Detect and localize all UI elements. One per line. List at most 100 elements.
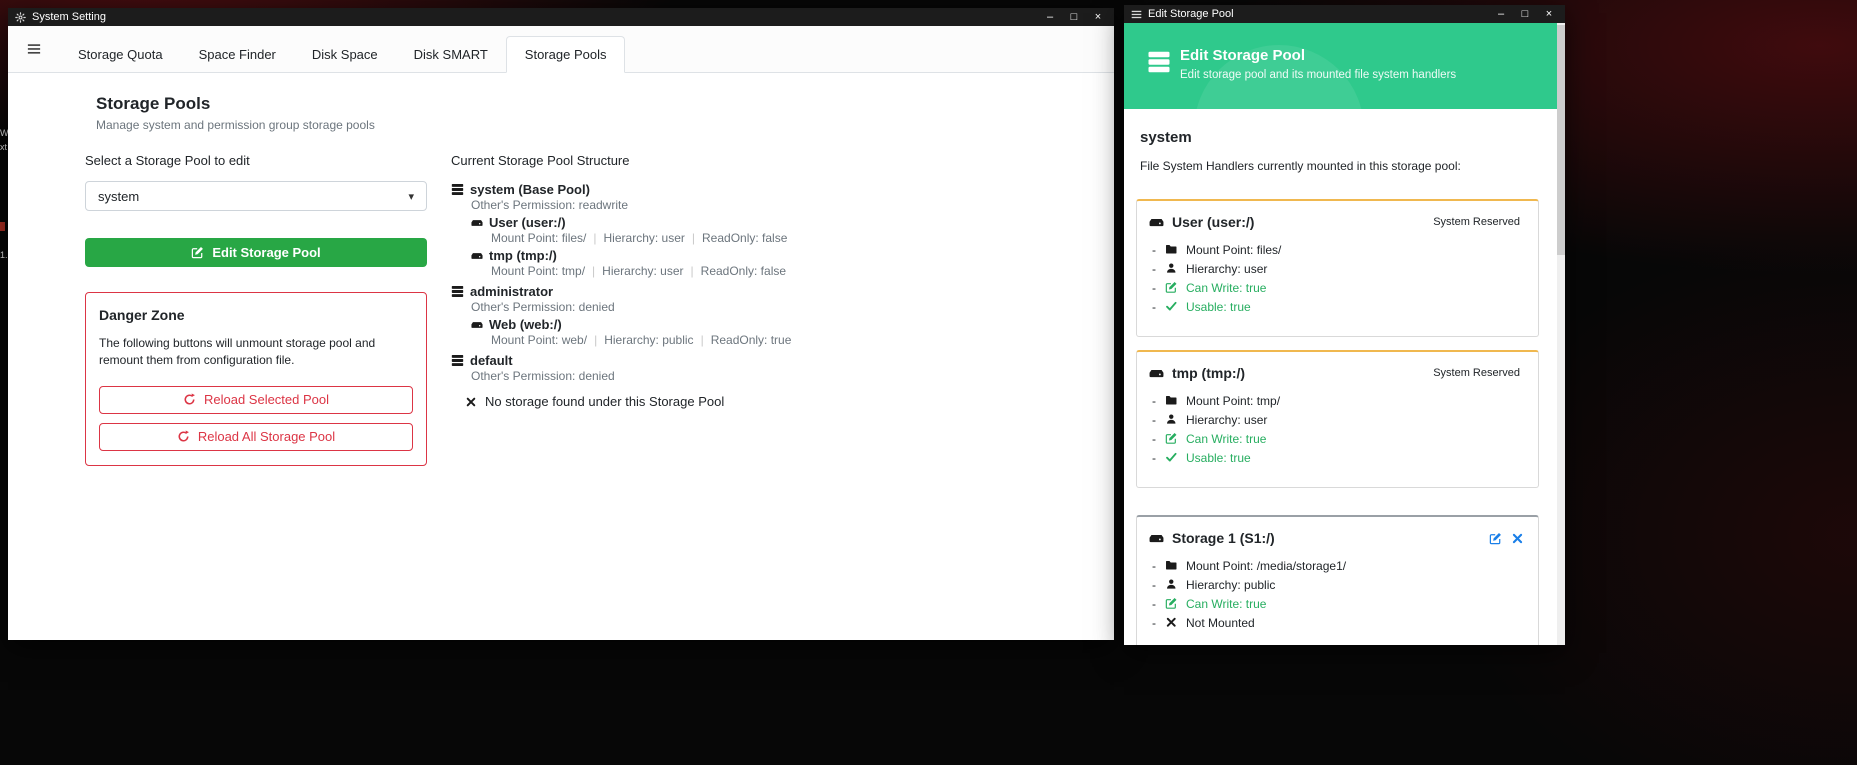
handler-actions [1489,532,1526,545]
server-icon [451,285,464,298]
remove-handler-icon[interactable] [1511,532,1524,545]
storage-node-web: Web (web:/) Mount Point: web/|Hierarchy:… [471,318,1091,346]
storage-pool-select[interactable]: system ▾ [85,181,427,211]
system-reserved-badge: System Reserved [1433,216,1526,228]
handler-row-hierarchy: - Hierarchy: user [1149,259,1526,278]
pool-node-system: system (Base Pool) Other's Permission: r… [451,182,1091,277]
close-button[interactable]: × [1537,5,1561,23]
storage-detail: Mount Point: tmp/|Hierarchy: user|ReadOn… [491,264,1091,277]
handler-name: User (user:/) [1172,214,1254,230]
desktop-icon-label: 1. [0,250,8,260]
storage-name: tmp (tmp:/) [489,248,557,263]
refresh-icon [177,430,190,443]
storage-detail: Mount Point: files/|Hierarchy: user|Read… [491,231,1091,244]
danger-zone-title: Danger Zone [99,307,413,323]
pool-permission: Other's Permission: readwrite [471,198,1091,211]
x-icon [465,396,477,408]
storage-pools-page: Storage Pools Manage system and permissi… [8,73,1114,640]
select-pool-label: Select a Storage Pool to edit [85,153,427,168]
banner-title: Edit Storage Pool [1180,47,1305,64]
edited-pool-name: system [1140,129,1557,146]
reload-selected-pool-button[interactable]: Reload Selected Pool [99,386,413,414]
check-icon [1165,451,1179,464]
hdd-icon [471,250,483,262]
reload-all-pool-button[interactable]: Reload All Storage Pool [99,423,413,451]
window-title: System Setting [32,11,106,23]
edit-handler-icon[interactable] [1489,532,1502,545]
refresh-icon [183,393,196,406]
handler-name: Storage 1 (S1:/) [1172,530,1275,546]
tab-storage-pools[interactable]: Storage Pools [506,36,626,73]
user-icon [1165,413,1179,426]
handler-row-mount: - Mount Point: tmp/ [1149,391,1526,410]
storage-node-tmp: tmp (tmp:/) Mount Point: tmp/|Hierarchy:… [471,249,1091,277]
desktop-icon-label: xt [0,142,7,152]
minimize-button[interactable]: – [1038,8,1062,26]
tab-storage-quota[interactable]: Storage Quota [60,37,181,72]
tab-disk-smart[interactable]: Disk SMART [396,37,506,72]
handler-row-mount: - Mount Point: files/ [1149,240,1526,259]
pool-name: administrator [470,284,553,299]
storage-node-user: User (user:/) Mount Point: files/|Hierar… [471,216,1091,244]
check-icon [1165,300,1179,313]
system-setting-window: System Setting – □ × Storage Quota Space… [8,8,1114,640]
maximize-button[interactable]: □ [1062,8,1086,26]
edit-icon [1165,597,1179,610]
window-controls: – □ × [1038,8,1110,26]
pool-permission: Other's Permission: denied [471,369,1091,382]
maximize-button[interactable]: □ [1513,5,1537,23]
window-title: Edit Storage Pool [1148,8,1234,20]
storage-name: Web (web:/) [489,317,562,332]
pool-node-default: default Other's Permission: denied No st… [451,353,1091,409]
storage-detail: Mount Point: web/|Hierarchy: public|Read… [491,333,1091,346]
reload-all-pool-label: Reload All Storage Pool [198,429,335,444]
handler-row-usable: - Usable: true [1149,448,1526,467]
handler-cards: User (user:/) System Reserved - Mount Po… [1136,199,1539,645]
hdd-icon [1149,215,1164,230]
pool-name: default [470,353,513,368]
menu-icon [1131,9,1142,20]
scrollbar[interactable] [1557,23,1565,645]
handler-row-mount: - Mount Point: /media/storage1/ [1149,556,1526,575]
structure-title: Current Storage Pool Structure [451,153,1091,169]
tab-bar: Storage Quota Space Finder Disk Space Di… [8,26,1114,73]
desktop-icon-fragment [0,222,5,231]
close-button[interactable]: × [1086,8,1110,26]
tab-space-finder[interactable]: Space Finder [181,37,294,72]
handler-row-canwrite: - Can Write: true [1149,594,1526,613]
handler-row-usable: - Usable: true [1149,297,1526,316]
danger-zone-description: The following buttons will unmount stora… [99,335,399,370]
selected-pool-value: system [98,189,139,204]
handler-card-tmp: tmp (tmp:/) System Reserved - Mount Poin… [1136,350,1539,488]
edit-storage-pool-label: Edit Storage Pool [212,245,320,260]
danger-zone-card: Danger Zone The following buttons will u… [85,292,427,466]
minimize-button[interactable]: – [1489,5,1513,23]
edit-storage-pool-window: Edit Storage Pool – □ × Edit Storage Poo… [1124,5,1565,645]
system-setting-titlebar: System Setting – □ × [8,8,1114,26]
tab-disk-space[interactable]: Disk Space [294,37,396,72]
server-icon [451,183,464,196]
edit-storage-pool-button[interactable]: Edit Storage Pool [85,238,427,267]
menu-icon[interactable] [27,42,41,56]
scrollbar-thumb[interactable] [1557,25,1565,255]
pool-permission: Other's Permission: denied [471,300,1091,313]
hdd-icon [471,217,483,229]
page-subtitle: Manage system and permission group stora… [96,118,1114,132]
handler-row-hierarchy: - Hierarchy: public [1149,575,1526,594]
server-icon [1147,50,1171,74]
empty-pool-row: No storage found under this Storage Pool [465,394,1091,409]
folder-icon [1165,394,1179,407]
gear-icon [15,12,26,23]
handler-name: tmp (tmp:/) [1172,365,1245,381]
handler-card-user: User (user:/) System Reserved - Mount Po… [1136,199,1539,337]
empty-pool-text: No storage found under this Storage Pool [485,394,724,409]
system-reserved-badge: System Reserved [1433,367,1526,379]
pool-name: system (Base Pool) [470,182,590,197]
page-title: Storage Pools [96,94,1114,114]
user-icon [1165,262,1179,275]
handlers-description: File System Handlers currently mounted i… [1140,159,1557,173]
edit-pool-titlebar: Edit Storage Pool – □ × [1124,5,1565,23]
handler-row-canwrite: - Can Write: true [1149,429,1526,448]
edit-icon [1165,281,1179,294]
pool-node-administrator: administrator Other's Permission: denied… [451,284,1091,346]
